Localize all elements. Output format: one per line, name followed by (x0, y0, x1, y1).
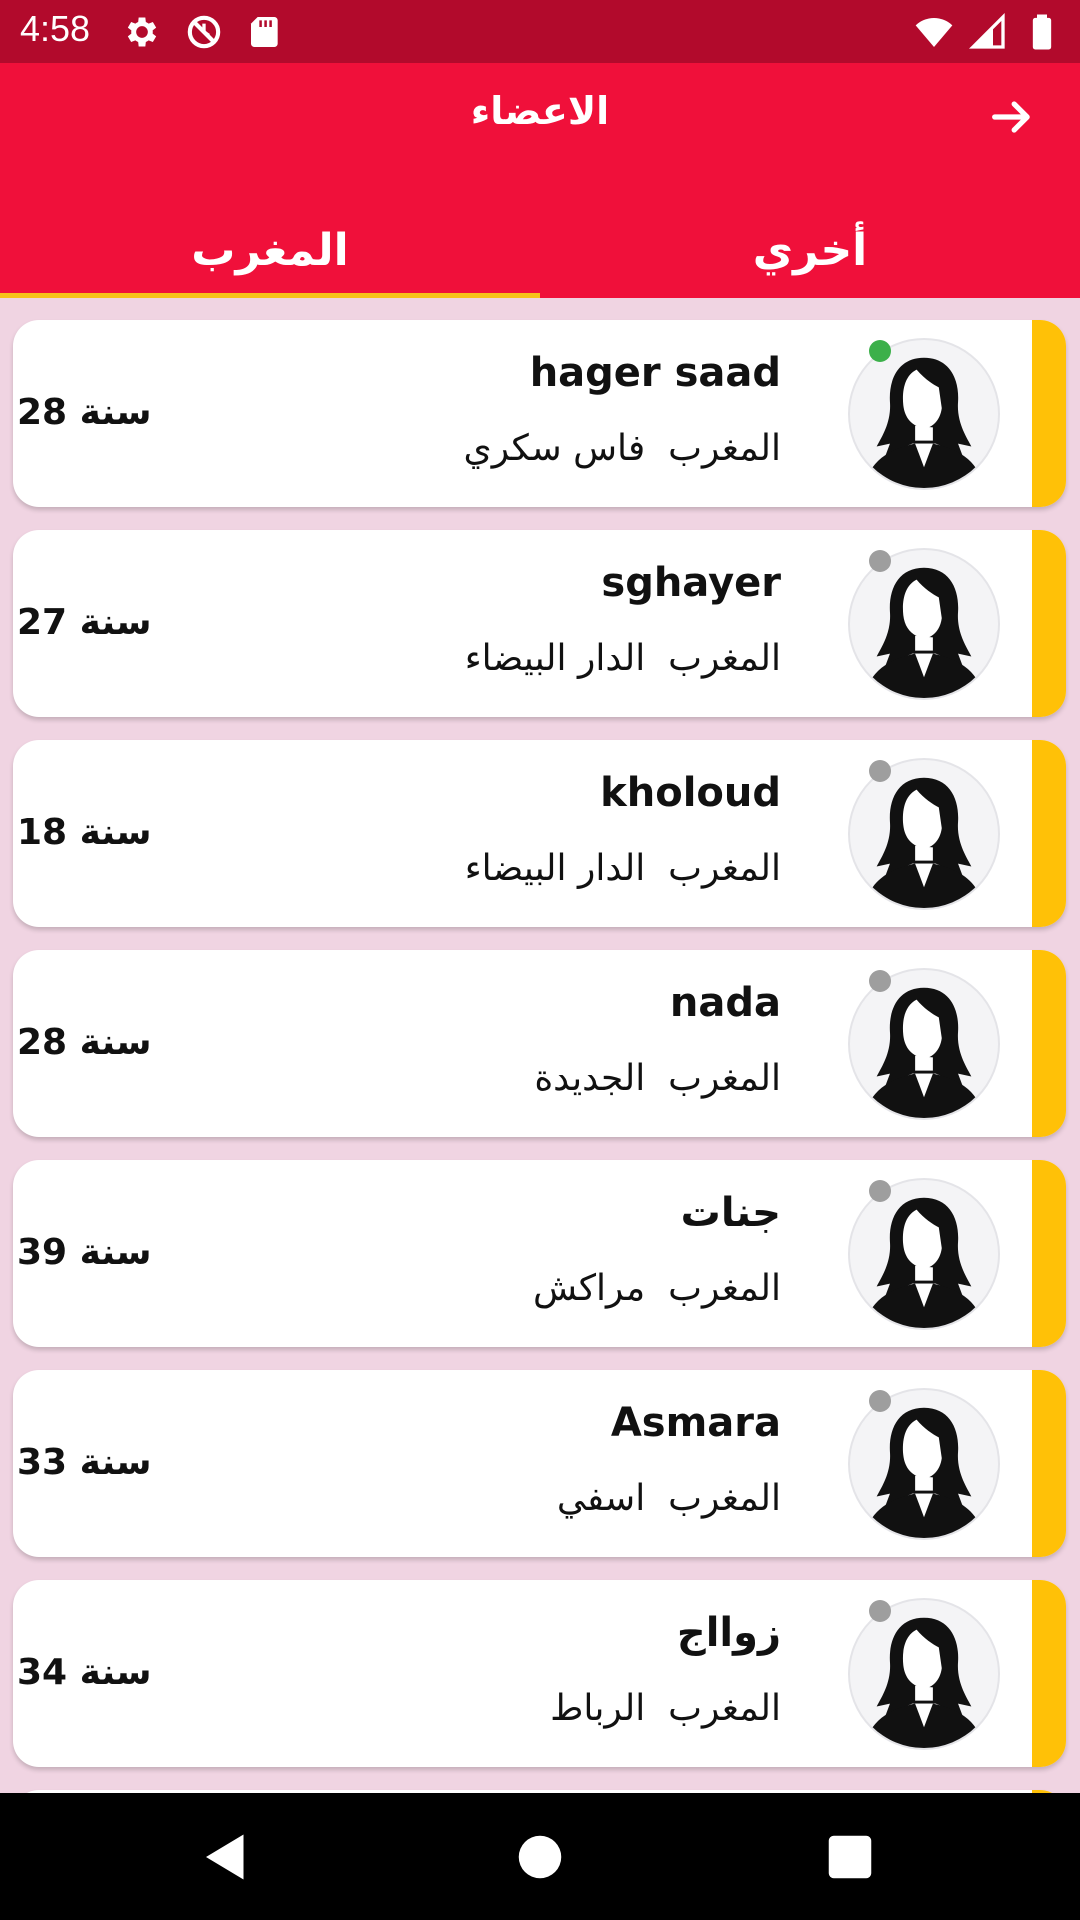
offline-indicator (869, 1600, 891, 1622)
status-bar: 4:58 (0, 0, 1080, 63)
member-age: 39 سنة (17, 1232, 152, 1273)
avatar[interactable] (848, 1388, 1000, 1540)
member-name: sghayer (601, 560, 781, 606)
female-silhouette-icon (864, 567, 984, 698)
status-time: 4:58 (20, 8, 91, 49)
member-country: المغرب (668, 1268, 781, 1309)
battery-icon (1032, 14, 1052, 50)
member-city: مراكش (533, 1268, 646, 1309)
member-location: المغرب الدار البيضاء (465, 848, 781, 889)
settings-icon (127, 17, 157, 47)
female-silhouette-icon (864, 357, 984, 488)
member-country: المغرب (668, 1688, 781, 1729)
sync-off-icon (187, 15, 221, 49)
female-silhouette-icon (864, 1197, 984, 1328)
tab-bar: المغرب أخري (0, 203, 1080, 298)
home-circle-icon[interactable] (510, 1827, 570, 1887)
recents-square-icon[interactable] (820, 1827, 880, 1887)
member-name: جنات (680, 1190, 781, 1236)
female-silhouette-icon (864, 1407, 984, 1538)
accent-stripe (1032, 1160, 1066, 1347)
female-silhouette-icon (864, 987, 984, 1118)
member-country: المغرب (668, 428, 781, 469)
offline-indicator (869, 1390, 891, 1412)
offline-indicator (869, 550, 891, 572)
female-silhouette-icon (864, 1617, 984, 1748)
member-city: اسفي (556, 1478, 646, 1519)
member-card-0[interactable]: hager saad المغرب فاس سكري 28 سنة (13, 320, 1066, 507)
member-age: 28 سنة (17, 1022, 152, 1063)
app-bar: الاعضاء المغرب أخري (0, 63, 1080, 298)
member-card-5[interactable]: Asmara المغرب اسفي 33 سنة (13, 1370, 1066, 1557)
member-age: 28 سنة (17, 392, 152, 433)
accent-stripe (1032, 530, 1066, 717)
tab-morocco[interactable]: المغرب (0, 203, 540, 298)
member-location: المغرب الرباط (550, 1688, 781, 1729)
member-city: الجديدة (534, 1058, 646, 1099)
avatar[interactable] (848, 548, 1000, 700)
accent-stripe (1032, 740, 1066, 927)
avatar[interactable] (848, 1598, 1000, 1750)
avatar[interactable] (848, 758, 1000, 910)
member-age: 34 سنة (17, 1652, 152, 1693)
member-card-6[interactable]: زوااج المغرب الرباط 34 سنة (13, 1580, 1066, 1767)
wifi-icon (915, 18, 953, 47)
member-name: زوااج (676, 1610, 781, 1656)
tab-other[interactable]: أخري (540, 203, 1080, 298)
avatar[interactable] (848, 1178, 1000, 1330)
member-city: الدار البيضاء (464, 848, 646, 889)
accent-stripe (1032, 320, 1066, 507)
member-city: الدار البيضاء (464, 638, 646, 679)
online-indicator (869, 340, 891, 362)
offline-indicator (869, 760, 891, 782)
member-country: المغرب (668, 638, 781, 679)
member-country: المغرب (668, 1058, 781, 1099)
member-name: Asmara (610, 1400, 781, 1446)
member-name: nada (669, 980, 781, 1026)
member-location: المغرب فاس سكري (464, 428, 781, 469)
sd-card-icon (251, 17, 278, 47)
member-age: 18 سنة (17, 812, 152, 853)
member-city: الرباط (550, 1688, 646, 1729)
member-location: المغرب الجديدة (534, 1058, 781, 1099)
member-country: المغرب (668, 1478, 781, 1519)
arrow-right-icon[interactable] (986, 91, 1038, 143)
accent-stripe (1032, 950, 1066, 1137)
member-card-2[interactable]: kholoud المغرب الدار البيضاء 18 سنة (13, 740, 1066, 927)
member-city: فاس سكري (463, 428, 646, 469)
signal-icon (968, 12, 1005, 49)
member-card-3[interactable]: nada المغرب الجديدة 28 سنة (13, 950, 1066, 1137)
avatar[interactable] (848, 338, 1000, 490)
page-title: الاعضاء (470, 89, 610, 133)
female-silhouette-icon (864, 777, 984, 908)
member-age: 33 سنة (17, 1442, 152, 1483)
member-location: المغرب اسفي (557, 1478, 781, 1519)
member-card-4[interactable]: جنات المغرب مراكش 39 سنة (13, 1160, 1066, 1347)
member-age: 27 سنة (17, 602, 152, 643)
member-location: المغرب مراكش (533, 1268, 781, 1309)
accent-stripe (1032, 1580, 1066, 1767)
system-nav-bar (0, 1793, 1080, 1920)
member-name: hager saad (529, 350, 781, 396)
members-list[interactable]: hager saad المغرب فاس سكري 28 سنة sghaye… (0, 298, 1080, 1793)
member-location: المغرب الدار البيضاء (465, 638, 781, 679)
accent-stripe (1032, 1370, 1066, 1557)
member-name: kholoud (600, 770, 781, 816)
member-country: المغرب (668, 848, 781, 889)
avatar[interactable] (848, 968, 1000, 1120)
back-triangle-icon[interactable] (196, 1827, 256, 1887)
offline-indicator (869, 970, 891, 992)
member-card-1[interactable]: sghayer المغرب الدار البيضاء 27 سنة (13, 530, 1066, 717)
offline-indicator (869, 1180, 891, 1202)
